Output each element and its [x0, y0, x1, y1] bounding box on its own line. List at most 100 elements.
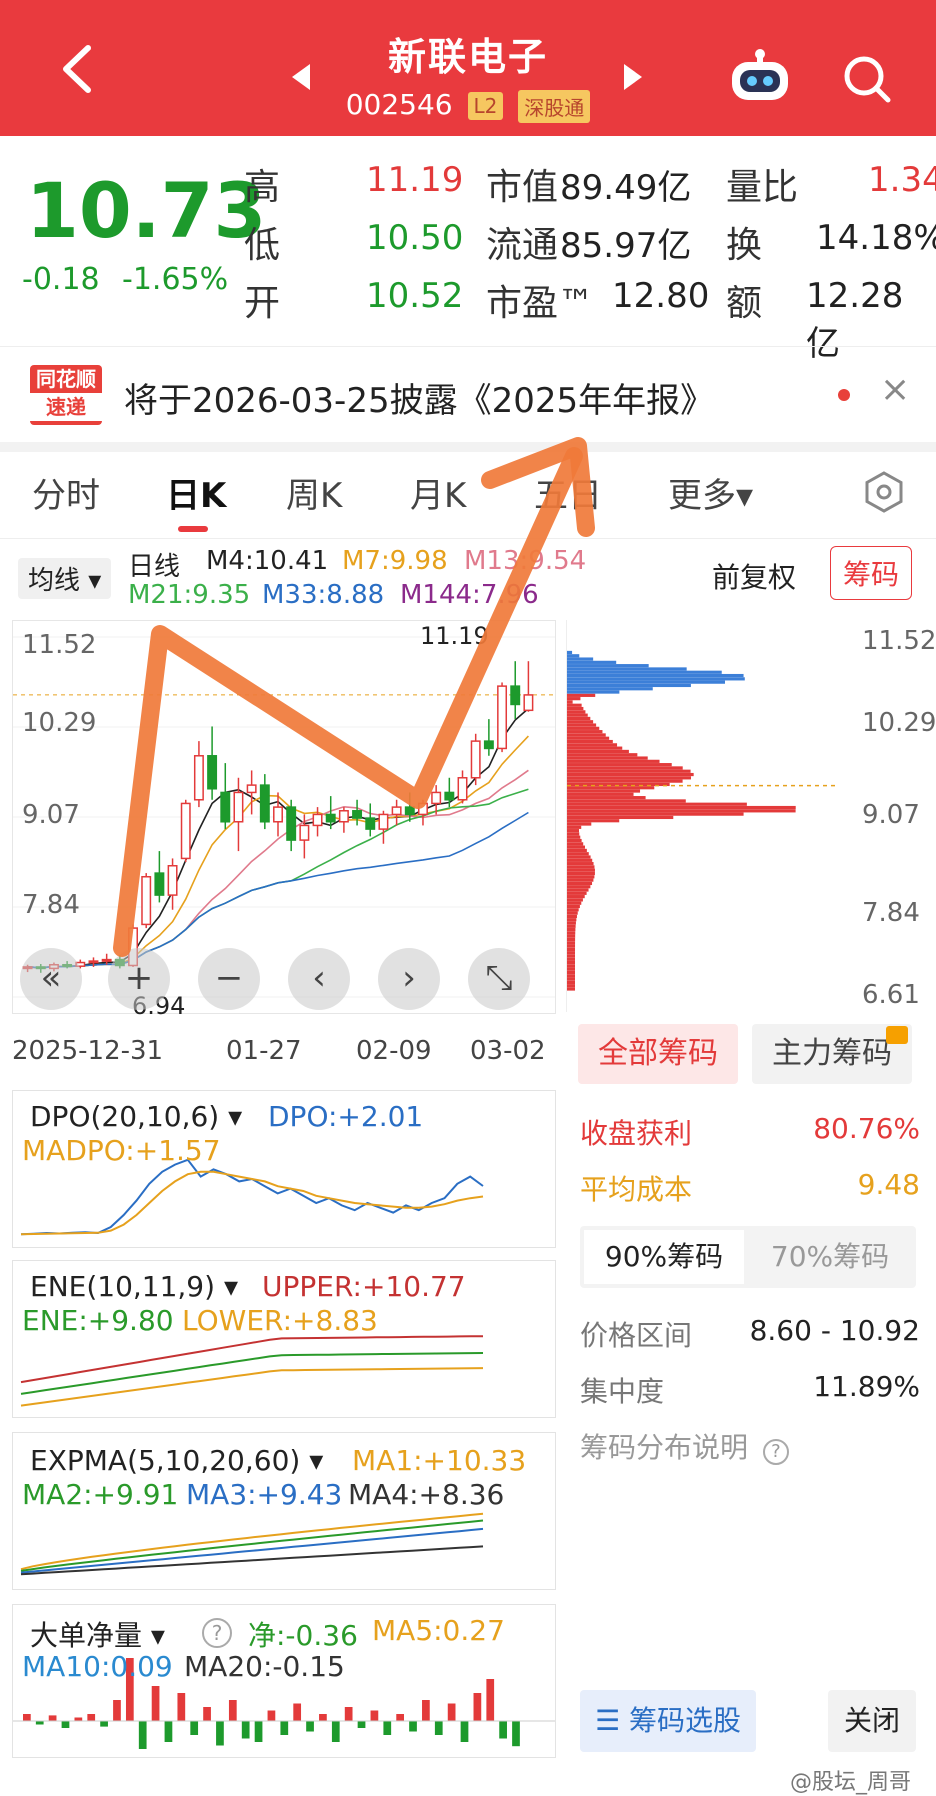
settings-icon[interactable]: [862, 470, 906, 518]
bigorder-bar: [422, 1700, 430, 1721]
chip-bar: [567, 921, 576, 925]
ma-m13: M13:9.54: [464, 546, 587, 576]
explain-label[interactable]: 筹码分布说明: [580, 1431, 748, 1464]
bigorder-bar: [396, 1714, 405, 1721]
watermark: @股坛_周哥: [790, 1770, 912, 1795]
tab-monthly-k[interactable]: 月K: [410, 468, 466, 517]
chip-bar: [567, 888, 589, 892]
pct-tabs: 90%筹码 70%筹码: [580, 1226, 916, 1288]
dpo-selector[interactable]: DPO(20,10,6) ▾: [30, 1100, 242, 1133]
scroll-left-button[interactable]: ‹: [288, 948, 350, 1010]
chip-bar: [567, 964, 576, 968]
ene-lower: LOWER:+8.83: [182, 1304, 378, 1337]
chip-bar: [567, 980, 575, 985]
explain-row[interactable]: 筹码分布说明 ?: [580, 1426, 920, 1466]
chip-bar: [567, 687, 653, 691]
next-stock-icon[interactable]: [622, 62, 644, 96]
chip-bar: [567, 660, 617, 664]
chip-bar: [567, 756, 648, 760]
candle-body: [444, 791, 455, 801]
chip-bar: [567, 664, 649, 668]
chip-bar: [567, 914, 577, 919]
chip-bar: [567, 799, 686, 803]
chip-bar: [567, 858, 593, 862]
candle-body: [338, 810, 349, 823]
bigorder-bar: [447, 1703, 456, 1721]
chip-bar: [567, 819, 620, 823]
bigorder-bar: [61, 1721, 70, 1728]
expma-ma1: MA1:+10.33: [352, 1444, 527, 1477]
bigorder-bar: [164, 1721, 173, 1742]
chip-bar: [567, 720, 594, 724]
chip-bar: [567, 862, 594, 866]
help-icon[interactable]: ?: [202, 1618, 232, 1648]
p90-tab[interactable]: 90%筹码: [584, 1230, 744, 1284]
bigorder-bar: [113, 1700, 121, 1721]
chip-bar: [567, 667, 687, 671]
fullscreen-button[interactable]: ⤡: [468, 948, 530, 1010]
logo-top: 同花顺: [36, 367, 96, 391]
candle-body: [207, 755, 218, 790]
ene-selector[interactable]: ENE(10,11,9) ▾: [30, 1270, 238, 1303]
chip-y-tick: 9.07: [862, 800, 920, 830]
pe-value: 12.80: [612, 276, 710, 316]
divider: [0, 442, 936, 452]
chip-bar: [567, 848, 587, 853]
ma-selector[interactable]: 均线 ▾: [18, 558, 112, 599]
active-tab-indicator: [178, 526, 208, 532]
last-price: 10.73: [26, 166, 267, 255]
chip-bar: [567, 984, 575, 988]
chip-bar: [567, 753, 638, 757]
zoom-out-button[interactable]: −: [198, 948, 260, 1010]
chip-bar: [567, 967, 576, 971]
candle-body: [352, 810, 363, 819]
chip-bar: [567, 815, 674, 820]
low-value: 10.50: [366, 218, 464, 258]
candle-body: [193, 755, 204, 801]
search-icon[interactable]: [842, 54, 892, 108]
chip-bar: [567, 904, 580, 909]
zoom-in-button[interactable]: +: [108, 948, 170, 1010]
tab-more[interactable]: 更多▾: [668, 468, 753, 517]
expma-ma3: MA3:+9.43: [186, 1478, 343, 1511]
chip-bar: [567, 683, 691, 688]
news-close-button[interactable]: ×: [880, 369, 910, 410]
chip-bar: [567, 680, 725, 684]
tab-intraday[interactable]: 分时: [32, 468, 100, 517]
robot-icon[interactable]: [728, 46, 792, 106]
chip-button[interactable]: 筹码: [830, 546, 913, 600]
candle-body: [141, 876, 152, 926]
tab-five-day[interactable]: 五日: [534, 468, 602, 517]
x-tick: 2025-12-31: [12, 1036, 164, 1066]
scroll-left-fast-button[interactable]: «: [20, 948, 82, 1010]
expma-selector[interactable]: EXPMA(5,10,20,60) ▾: [30, 1444, 323, 1477]
chip-bar: [567, 802, 747, 806]
bigorder-bar: [87, 1714, 96, 1721]
bigorder-ma20: MA20:-0.15: [184, 1650, 345, 1683]
news-text[interactable]: 将于2026-03-25披露《2025年年报》: [124, 373, 714, 422]
close-button[interactable]: 关闭: [828, 1690, 916, 1752]
chip-select-button[interactable]: ☰ 筹码选股: [580, 1690, 756, 1752]
bigorder-bar: [190, 1721, 199, 1735]
open-value: 10.52: [366, 276, 464, 316]
range-value: 8.60 - 10.92: [749, 1314, 920, 1347]
adjust-label[interactable]: 前复权: [712, 556, 796, 596]
candle-body: [286, 806, 297, 841]
chip-bar: [567, 779, 683, 783]
chip-bar: [567, 766, 683, 770]
scroll-right-button[interactable]: ›: [378, 948, 440, 1010]
bigorder-selector[interactable]: 大单净量 ▾: [30, 1614, 165, 1654]
tab-weekly-k[interactable]: 周K: [286, 468, 342, 517]
candle-body: [273, 806, 283, 823]
tab-daily-k[interactable]: 日K: [166, 468, 226, 517]
news-bar[interactable]: 同花顺 速递 将于2026-03-25披露《2025年年报》 ×: [0, 346, 936, 443]
high-value: 11.19: [366, 160, 464, 200]
candle-body: [391, 806, 402, 816]
chip-bar: [567, 829, 579, 833]
help-icon[interactable]: ?: [762, 1439, 789, 1465]
candle-body: [404, 806, 415, 816]
all-chips-tab[interactable]: 全部筹码: [578, 1024, 738, 1084]
candle-body: [431, 791, 442, 805]
p70-tab[interactable]: 70%筹码: [750, 1230, 910, 1284]
kline-chart[interactable]: [12, 620, 556, 1014]
